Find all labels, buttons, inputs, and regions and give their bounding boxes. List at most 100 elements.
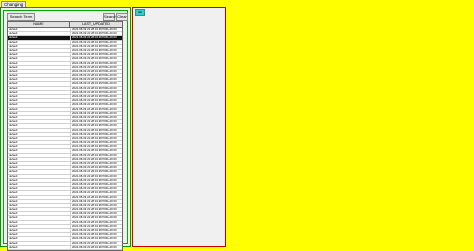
cell-last-updated: 2022-08-09 22:28:43.967000+00:00 bbox=[72, 191, 117, 195]
cell-name: default bbox=[8, 195, 71, 199]
cell-last-updated: 2022-08-09 22:28:43.967000+00:00 bbox=[72, 162, 117, 165]
cell-last-updated: 2022-08-09 22:28:43.967000+00:00 bbox=[72, 128, 117, 132]
cell-last-updated: 2022-08-09 22:28:43.967000+00:00 bbox=[72, 195, 117, 199]
cell-name: default bbox=[8, 241, 71, 245]
cell-last-updated: 2022-08-09 22:28:43.967000+00:00 bbox=[72, 120, 117, 124]
cell-name: default bbox=[8, 237, 71, 241]
cell-last-updated: 2022-08-09 22:28:43.967000+00:00 bbox=[72, 86, 117, 90]
cell-name: default bbox=[8, 182, 71, 187]
cell-last-updated: 2022-08-09 22:28:43.967000+00:00 bbox=[72, 157, 117, 161]
column-header-name[interactable]: NAME bbox=[8, 22, 70, 27]
cell-name: default bbox=[8, 57, 71, 61]
cell-last-updated: 2022-08-09 22:28:43.967000+00:00 bbox=[72, 145, 117, 149]
table-row[interactable]: default 2022-08-09 22:28:43.967000+00:00 bbox=[8, 245, 122, 250]
cell-last-updated: 2022-08-09 22:28:43.967000+00:00 bbox=[72, 174, 117, 178]
cell-name: default bbox=[8, 40, 71, 44]
cell-name: default bbox=[8, 170, 71, 174]
cell-name: default bbox=[8, 124, 71, 128]
cell-name: default bbox=[8, 120, 71, 124]
search-term-button[interactable]: Search Term bbox=[7, 13, 35, 21]
cell-name: default bbox=[8, 191, 71, 195]
cell-last-updated: 2022-08-09 22:28:43.967000+00:00 bbox=[72, 65, 117, 69]
cell-name: default bbox=[8, 145, 71, 149]
cell-name: default bbox=[8, 245, 71, 249]
column-header-last-updated[interactable]: LAST_UPDATED bbox=[70, 22, 122, 27]
cell-name: default bbox=[8, 61, 71, 65]
cell-last-updated: 2022-08-09 22:28:43.967000+00:00 bbox=[72, 132, 117, 136]
cell-last-updated: 2022-08-09 22:28:43.967000+00:00 bbox=[72, 216, 117, 220]
cell-last-updated: 2022-08-09 22:28:43.967000+00:00 bbox=[72, 107, 117, 111]
cell-last-updated: 2022-08-09 22:28:43.967000+00:00 bbox=[72, 212, 117, 216]
cell-last-updated: 2022-08-09 22:28:43.967000+00:00 bbox=[72, 178, 117, 182]
cell-name: default bbox=[8, 153, 71, 157]
search-panel: Search Term Search Clear NAME LAST_UPDAT… bbox=[3, 10, 128, 251]
cell-name: default bbox=[8, 157, 71, 161]
results-table: NAME LAST_UPDATED default 2022-08-09 22:2… bbox=[7, 21, 123, 251]
cell-last-updated: 2022-08-09 22:28:43.967000+00:00 bbox=[72, 208, 117, 212]
cell-last-updated: 2022-08-09 22:28:43.967000+00:00 bbox=[72, 241, 117, 245]
cell-last-updated: 2022-08-09 22:28:43.967000+00:00 bbox=[72, 233, 117, 237]
search-button[interactable]: Search bbox=[103, 13, 117, 21]
cell-last-updated: 2022-08-09 22:28:43.967000+00:00 bbox=[72, 40, 117, 44]
cell-name: default bbox=[8, 69, 71, 74]
cell-last-updated: 2022-08-09 22:28:43.967000+00:00 bbox=[72, 36, 117, 40]
cell-name: default bbox=[8, 162, 71, 166]
cell-last-updated: 2022-08-09 22:28:43.967000+00:00 bbox=[72, 149, 117, 153]
cell-last-updated: 2022-08-09 22:28:43.967000+00:00 bbox=[72, 78, 117, 82]
cell-name: default bbox=[8, 208, 71, 212]
clear-button[interactable]: Clear bbox=[116, 13, 128, 21]
table-body: default 2022-08-09 22:28:43.967000+00:00 d… bbox=[8, 28, 122, 250]
cell-name: default bbox=[8, 132, 71, 136]
cell-name: default bbox=[8, 149, 71, 153]
cell-name: default bbox=[8, 95, 71, 99]
cell-last-updated: 2022-08-09 22:28:43.967000+00:00 bbox=[72, 136, 117, 140]
cell-name: default bbox=[8, 78, 71, 82]
cell-last-updated: 2022-08-09 22:28:43.967000+00:00 bbox=[72, 69, 117, 73]
cell-name: default bbox=[8, 203, 71, 208]
cell-name: default bbox=[8, 65, 71, 69]
cell-last-updated: 2022-08-09 22:28:43.967000+00:00 bbox=[72, 95, 117, 98]
cell-name: default bbox=[8, 233, 71, 237]
cell-last-updated: 2022-08-09 22:28:43.967000+00:00 bbox=[72, 124, 117, 128]
cell-name: default bbox=[8, 199, 71, 203]
cell-last-updated: 2022-08-09 22:28:43.967000+00:00 bbox=[72, 28, 117, 31]
cell-last-updated: 2022-08-09 22:28:43.967000+00:00 bbox=[72, 90, 117, 94]
cell-last-updated: 2022-08-09 22:28:43.967000+00:00 bbox=[72, 141, 117, 145]
cell-name: default bbox=[8, 141, 71, 145]
cell-last-updated: 2022-08-09 22:28:43.967000+00:00 bbox=[72, 170, 117, 174]
cell-last-updated: 2022-08-09 22:28:43.967000+00:00 bbox=[72, 229, 117, 232]
cell-last-updated: 2022-08-09 22:28:43.967000+00:00 bbox=[72, 111, 117, 115]
cell-last-updated: 2022-08-09 22:28:43.967000+00:00 bbox=[72, 220, 117, 224]
cell-name: default bbox=[8, 44, 71, 48]
cell-last-updated: 2022-08-09 22:28:43.967000+00:00 bbox=[72, 82, 117, 86]
cell-name: default bbox=[8, 74, 71, 78]
cell-name: default bbox=[8, 53, 71, 57]
cell-last-updated: 2022-08-09 22:28:43.967000+00:00 bbox=[72, 61, 117, 65]
cell-name: default bbox=[8, 48, 71, 53]
cell-name: default bbox=[8, 229, 71, 233]
cell-last-updated: 2022-08-09 22:28:43.967000+00:00 bbox=[72, 245, 117, 249]
cell-last-updated: 2022-08-09 22:28:43.967000+00:00 bbox=[72, 99, 117, 103]
cell-name: default bbox=[8, 32, 71, 36]
cell-last-updated: 2022-08-09 22:28:43.967000+00:00 bbox=[72, 203, 117, 207]
cell-name: default bbox=[8, 174, 71, 178]
cell-last-updated: 2022-08-09 22:28:43.967000+00:00 bbox=[72, 182, 117, 186]
cell-name: default bbox=[8, 82, 71, 86]
cell-name: default bbox=[8, 36, 71, 40]
cell-last-updated: 2022-08-09 22:28:43.967000+00:00 bbox=[72, 224, 117, 228]
cell-last-updated: 2022-08-09 22:28:43.967000+00:00 bbox=[72, 166, 117, 170]
cell-last-updated: 2022-08-09 22:28:43.967000+00:00 bbox=[72, 48, 117, 52]
cell-name: default bbox=[8, 107, 71, 111]
cell-last-updated: 2022-08-09 22:28:43.967000+00:00 bbox=[72, 103, 117, 107]
cell-name: default bbox=[8, 111, 71, 115]
cell-last-updated: 2022-08-09 22:28:43.967000+00:00 bbox=[72, 32, 117, 36]
middle-panel: tab bbox=[132, 7, 226, 247]
cell-name: default bbox=[8, 178, 71, 182]
cell-last-updated: 2022-08-09 22:28:43.967000+00:00 bbox=[72, 153, 117, 157]
cell-last-updated: 2022-08-09 22:28:43.967000+00:00 bbox=[72, 57, 117, 61]
cell-name: default bbox=[8, 224, 71, 228]
tab-button[interactable]: tab bbox=[135, 9, 145, 16]
cell-name: default bbox=[8, 90, 71, 94]
cell-name: default bbox=[8, 136, 71, 141]
cell-name: default bbox=[8, 115, 71, 120]
